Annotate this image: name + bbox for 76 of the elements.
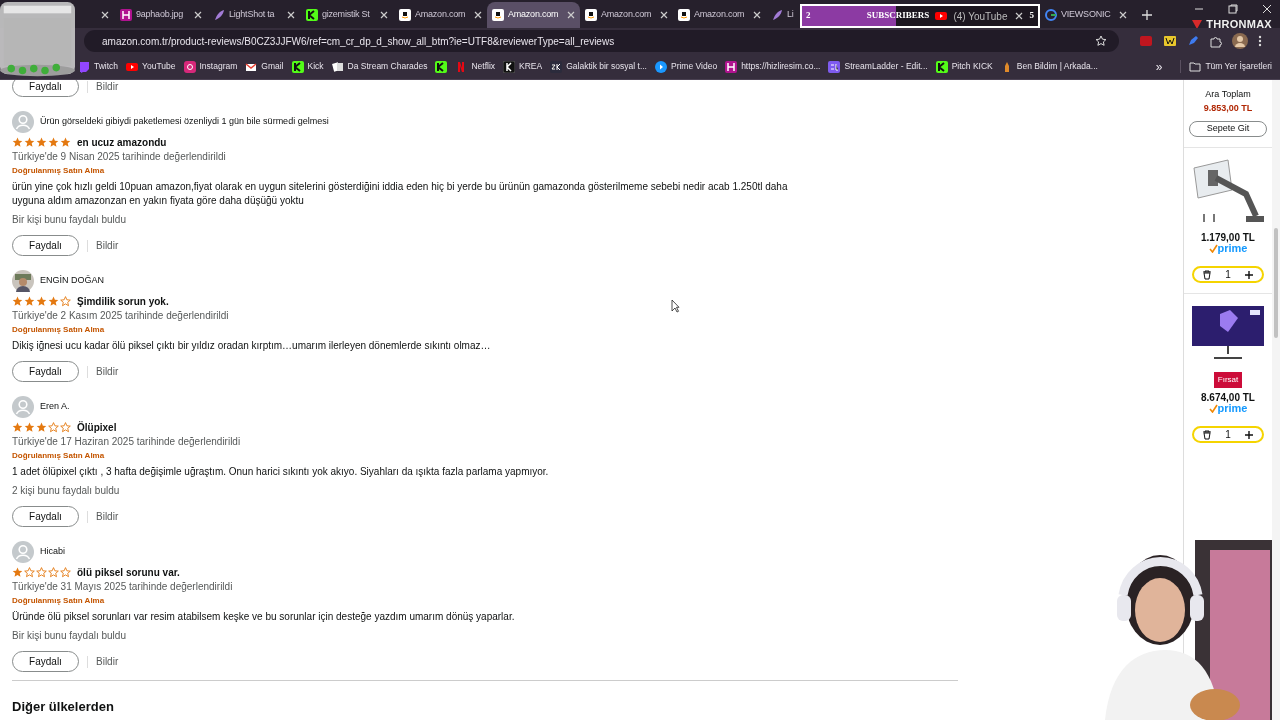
browser-tab[interactable]: 9aphaob.jpg <box>115 2 208 28</box>
review-title: Şimdilik sorun yok. <box>77 295 169 309</box>
bookmark-item[interactable]: StreamLadder - Edit... <box>828 60 928 73</box>
browser-tab[interactable]: LightShot ta <box>208 2 301 28</box>
verified-purchase-label: Doğrulanmış Satın Alma <box>12 450 106 462</box>
report-link[interactable]: Bildir <box>96 509 119 524</box>
reviewer-name: ENGİN DOĞAN <box>40 274 104 288</box>
bookmark-item[interactable]: Netflix <box>455 60 496 73</box>
review-date: Türkiye'de 2 Kasım 2025 tarihinde değerlendirildi <box>12 309 230 323</box>
tab-title[interactable]: (4) YouTube <box>953 8 1008 24</box>
review-text: 1 adet ölüpixel çıktı , 3 hafta değişimle uğraştım. Onun harici sıkıntı yok akıyo. Siyahları da ışıkta fazla parlama yapmıyor. <box>12 465 550 479</box>
bookmark-item[interactable]: Ben Bildim | Arkada... <box>1000 60 1098 73</box>
verified-purchase-label: Doğrulanmış Satın Alma <box>12 324 106 336</box>
helpful-button[interactable]: Faydalı <box>12 651 79 672</box>
bookmark-item[interactable]: Kick <box>291 60 324 73</box>
product-price: 8.674,00 TL <box>1201 391 1255 404</box>
bookmark-item[interactable]: KREA <box>503 60 543 73</box>
reviewer-name: Ürün görseldeki gibiydi paketlemesi özenliydi 1 gün bile sürmedi gelmesi <box>40 115 329 129</box>
browser-tab[interactable]: Amazon.com <box>673 2 766 28</box>
browser-tab[interactable]: VIEWSONIC <box>1040 2 1133 28</box>
review-date: Türkiye'de 31 Mayıs 2025 tarihinde değerlendirildi <box>12 580 234 594</box>
helpful-button[interactable]: Faydalı <box>12 361 79 382</box>
review-title: Ölüpixel <box>77 420 117 435</box>
bookmark-item[interactable]: Instagram <box>183 60 238 73</box>
report-link[interactable]: Bildir <box>96 80 119 94</box>
goal-current-count: 2 <box>806 9 812 23</box>
bookmark-item[interactable]: https://hizliresim.co... <box>725 60 821 73</box>
reviewer-name: Hicabi <box>40 545 65 559</box>
review-text: Üründe ölü piksel sorunları var resim atabilsem keşke ve bu sorunlar için desteğe yazdım umarım dönüş yaparlar. <box>12 610 516 624</box>
bookmark-item[interactable]: Pitch KICK <box>935 60 993 73</box>
quantity-value: 1 <box>1225 268 1231 282</box>
report-link[interactable]: Bildir <box>96 238 119 253</box>
review-date: Türkiye'de 17 Haziran 2025 tarihinde değerlendirildi <box>12 435 242 449</box>
bookmark-item[interactable]: Da Stream Charades <box>331 60 428 73</box>
address-bar[interactable]: amazon.com.tr/product-reviews/B0CZ3JJFW6/ref=cm_cr_dp_d_show_all_btm?ie=UTF8&reviewerType=all_reviews <box>84 30 1119 52</box>
helpful-button[interactable]: Faydalı <box>12 80 79 97</box>
browser-tab[interactable]: Li <box>766 2 800 28</box>
browser-tab[interactable]: gizemistik St <box>301 2 394 28</box>
bookmark-item[interactable]: Gmail <box>245 60 284 73</box>
product-price: 1.179,00 TL <box>1201 231 1255 244</box>
reviewer-name: Eren A. <box>40 400 70 414</box>
bookmark-item[interactable]: Prime Video <box>654 60 718 73</box>
all-bookmarks-item[interactable]: Tüm Yer İşaretleri <box>1180 60 1272 73</box>
section-heading: Diğer ülkelerden <box>12 698 115 716</box>
helpful-button[interactable]: Faydalı <box>12 506 79 527</box>
review-date: Türkiye'de 9 Nisan 2025 tarihinde değerlendirildi <box>12 150 227 164</box>
verified-purchase-label: Doğrulanmış Satın Alma <box>12 595 106 607</box>
verified-purchase-label: Doğrulanmış Satın Alma <box>12 165 106 177</box>
prime-label: prime <box>1217 243 1248 254</box>
bookmark-item[interactable]: Galaktik bir sosyal t... <box>550 60 647 73</box>
report-link[interactable]: Bildir <box>96 654 119 669</box>
review-title: ölü piksel sorunu var. <box>77 566 180 580</box>
helpful-count-text: Bir kişi bunu faydalı buldu <box>12 629 127 643</box>
url-text: amazon.com.tr/product-reviews/B0CZ3JJFW6/ref=cm_cr_dp_d_show_all_btm?ie=UTF8&reviewerType=all_reviews <box>102 34 616 49</box>
goal-target-count: 5 <box>1029 9 1034 23</box>
more-bookmarks-button[interactable]: » <box>1155 57 1163 76</box>
bookmark-item[interactable]: YouTube <box>126 60 176 73</box>
deal-badge: Fırsat <box>1213 372 1243 388</box>
quantity-value: 1 <box>1225 428 1231 442</box>
browser-tab[interactable]: Amazon.com <box>580 2 673 28</box>
prime-label: prime <box>1217 403 1248 414</box>
subtotal-amount: 9.853,00 TL <box>1203 101 1253 115</box>
report-link[interactable]: Bildir <box>96 364 119 379</box>
review-text: ürün yine çok hızlı geldi 10puan amazon,fiyat olarak en uygun sitelerini gösterdiğini iddia eden hiç bi yerde bu ürünün gamazonda gösterilmeme sebebi nedir acab 1.250tl daha uyguna aldım amazonzan en yakın fiyata göre daha düşüğü yoktu <box>12 180 789 208</box>
overlay-logo-text: THRONMAX <box>1206 17 1272 32</box>
review-text: Dikiş iğnesi ucu kadar ölü piksel çıktı bir yıldız oradan kırptım…umarım ilerleyen dönemlerde sıkıntı olmaz… <box>12 339 492 353</box>
bookmark-item[interactable]: Twitch <box>78 60 119 73</box>
helpful-count-text: Bir kişi bunu faydalı buldu <box>12 213 127 227</box>
quantity-stepper[interactable]: 1 <box>1192 426 1264 443</box>
browser-tab[interactable]: Amazon.com <box>394 2 487 28</box>
helpful-button[interactable]: Faydalı <box>12 235 79 256</box>
helpful-count-text: 2 kişi bunu faydalı buldu <box>12 484 121 498</box>
quantity-stepper[interactable]: 1 <box>1192 266 1264 283</box>
browser-tab[interactable]: Amazon.com <box>487 2 580 28</box>
subtotal-label: Ara Toplam <box>1205 88 1251 101</box>
review-title: en ucuz amazondu <box>77 136 167 150</box>
